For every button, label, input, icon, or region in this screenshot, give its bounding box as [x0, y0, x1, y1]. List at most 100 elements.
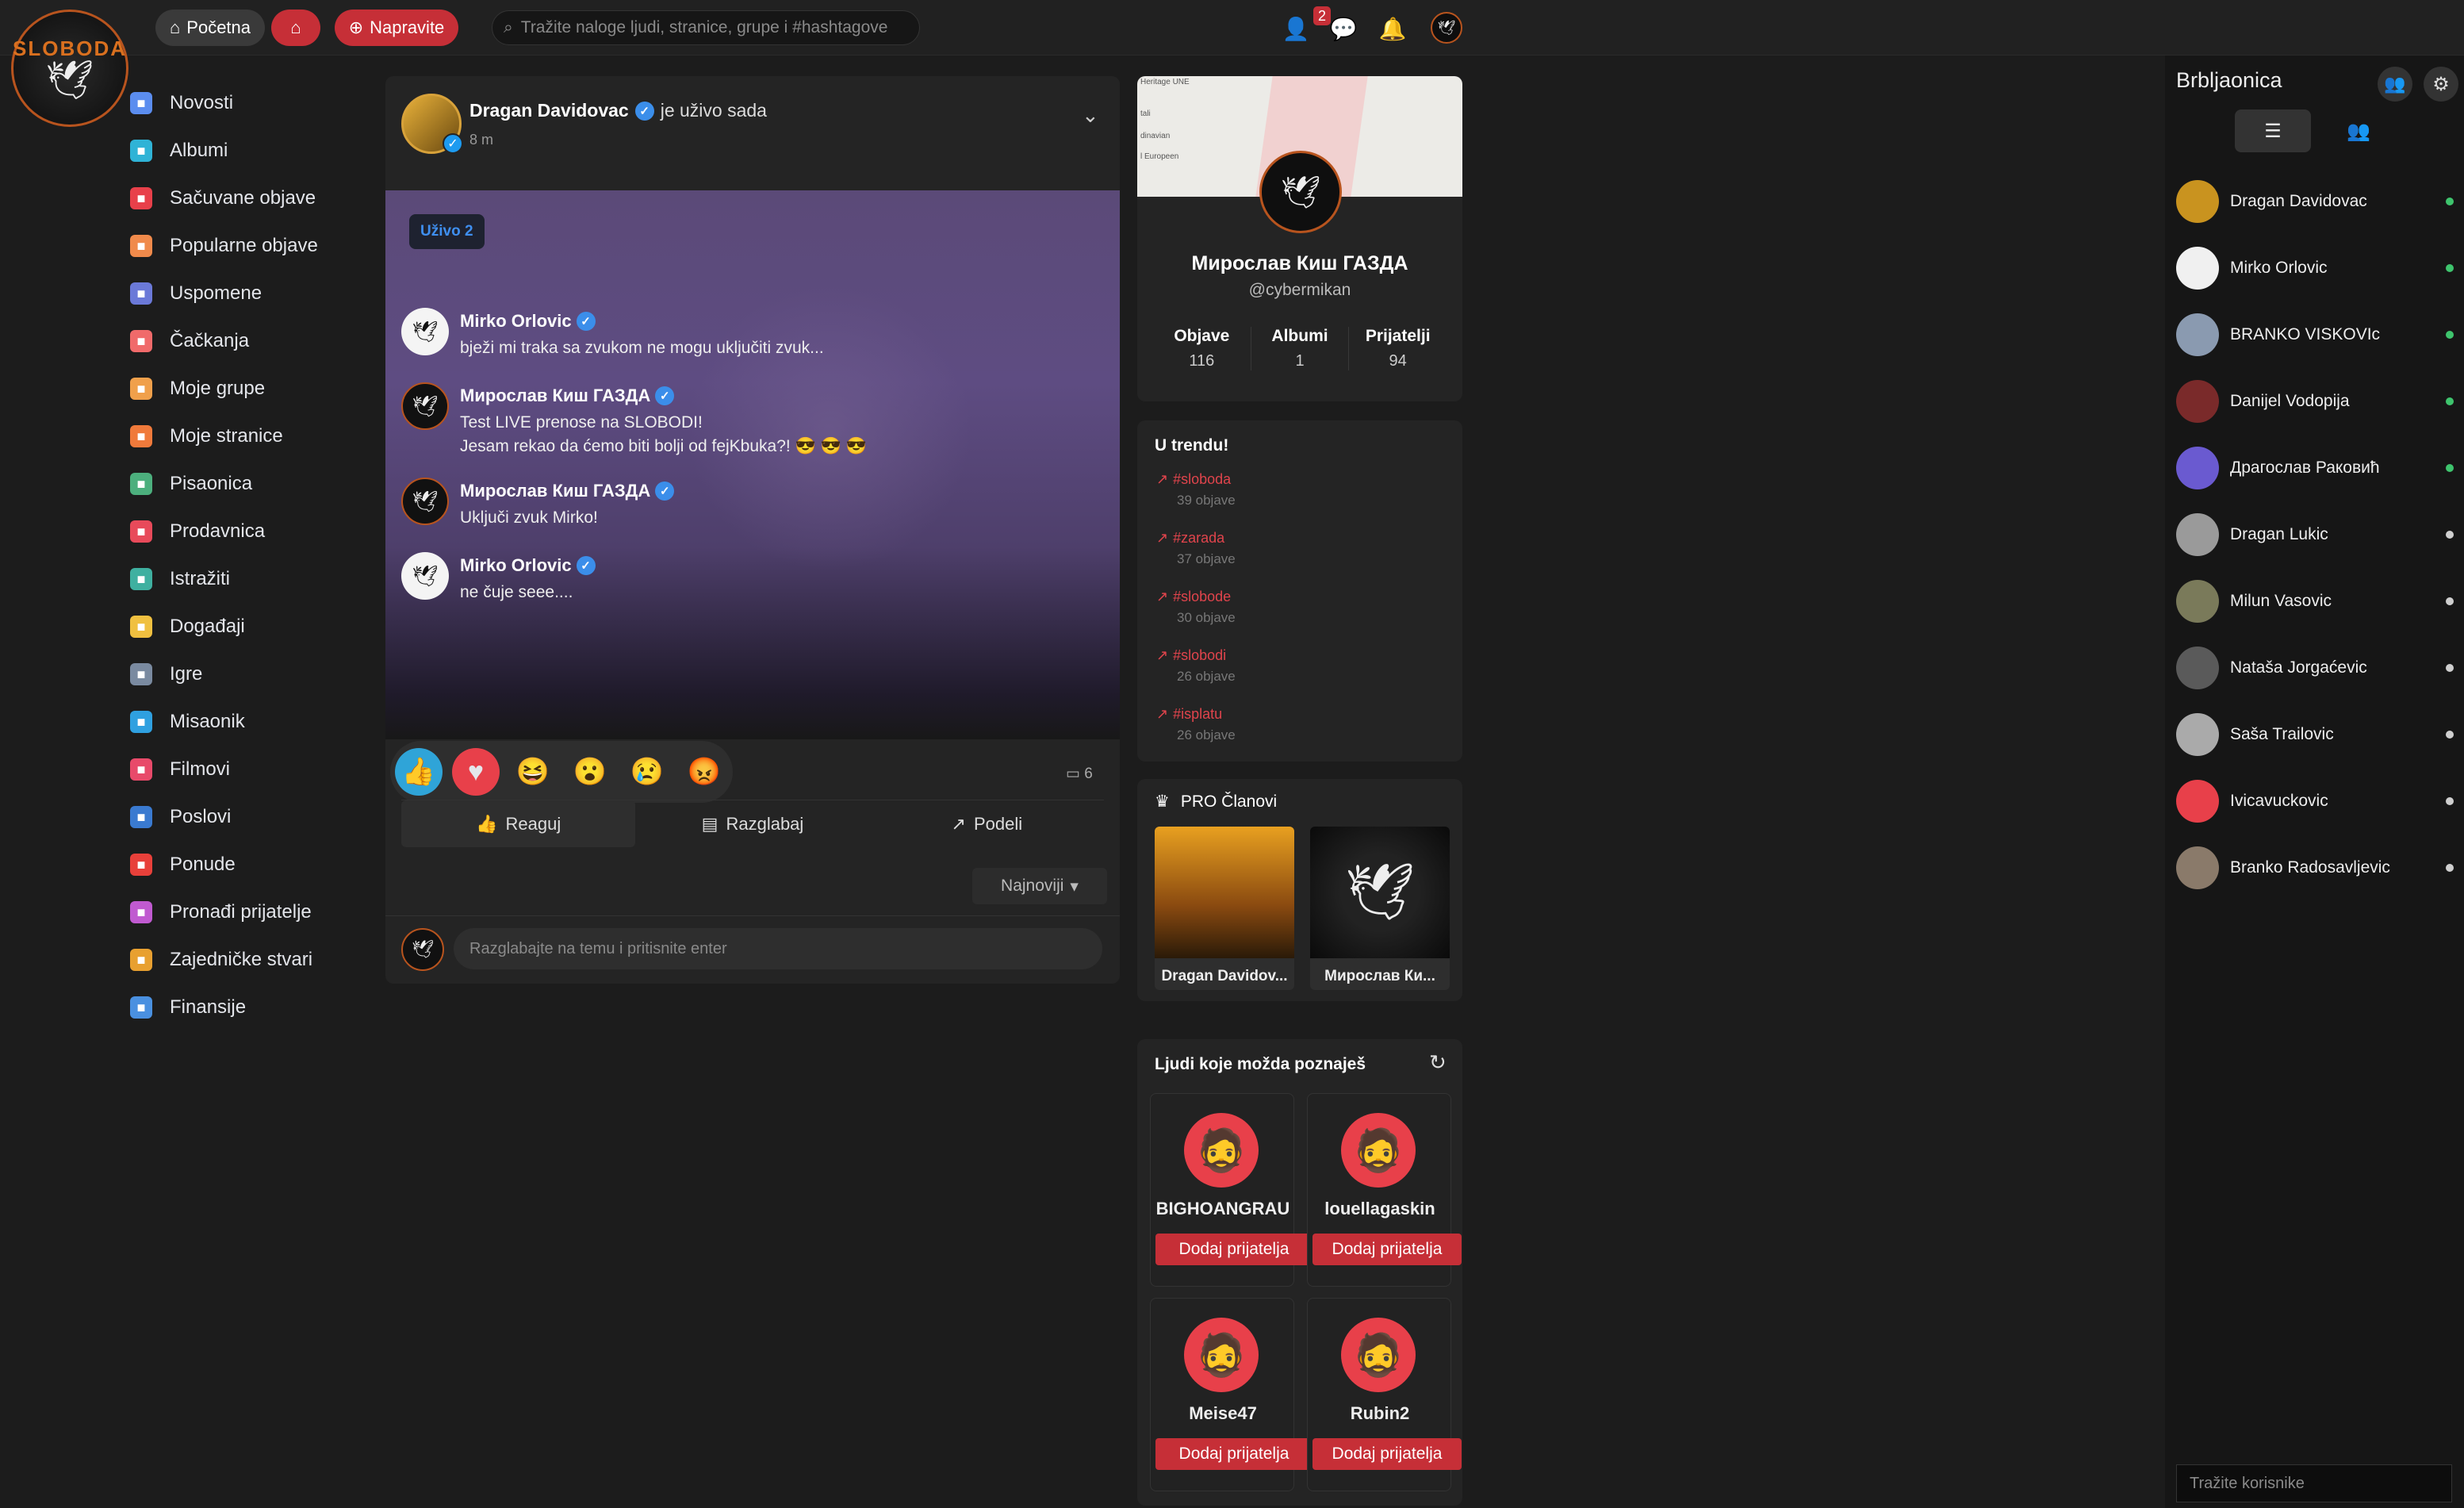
stat-posts[interactable]: Objave 116 — [1153, 327, 1251, 370]
chat-user-row[interactable]: Saša Trailovic — [2176, 711, 2454, 758]
trending-item[interactable]: ↗ #slobodi 26 objave — [1156, 647, 1236, 685]
tab-users[interactable]: ☰ — [2235, 109, 2311, 152]
love-reaction-icon[interactable]: ♥ — [452, 748, 500, 796]
react-button[interactable]: 👍 Reaguj — [401, 800, 636, 847]
friend-requests-icon[interactable]: 👤 — [1278, 11, 1313, 46]
chat-search-input[interactable] — [2176, 1464, 2452, 1502]
stat-friends[interactable]: Prijatelji 94 — [1349, 327, 1447, 370]
notifications-bell-icon[interactable]: 🔔 — [1375, 11, 1410, 46]
sidebar-item-15[interactable]: ■ Poslovi — [130, 793, 368, 841]
suggested-person-name[interactable]: louellagaskin — [1308, 1199, 1452, 1219]
suggested-person-name[interactable]: BIGHOANGRAU — [1151, 1199, 1295, 1219]
chat-user-row[interactable]: Milun Vasovic — [2176, 577, 2454, 625]
sidebar-item-17[interactable]: ■ Pronađi prijatelje — [130, 888, 368, 936]
comment-input[interactable] — [454, 928, 1102, 969]
trending-item[interactable]: ↗ #sloboda 39 objave — [1156, 471, 1236, 508]
site-logo[interactable]: SLOBODA 🕊 — [11, 10, 128, 127]
suggested-person-avatar[interactable]: 🧔 — [1184, 1113, 1259, 1188]
add-group-icon[interactable]: 👥 — [2378, 67, 2412, 102]
chat-user-row[interactable]: Драгослав Раковић — [2176, 444, 2454, 492]
comment-author-name[interactable]: Mirko Orlovic — [460, 311, 572, 332]
sidebar-item-3[interactable]: ■ Popularne objave — [130, 222, 368, 270]
sidebar-item-4[interactable]: ■ Uspomene — [130, 270, 368, 317]
chat-user-row[interactable]: Dragan Lukic — [2176, 511, 2454, 558]
haha-reaction-icon[interactable]: 😆 — [509, 748, 557, 796]
suggested-person-avatar[interactable]: 🧔 — [1184, 1318, 1259, 1392]
home-shortcut-button[interactable]: ⌂ — [271, 10, 320, 46]
search-input[interactable] — [520, 18, 894, 37]
like-reaction-icon[interactable]: 👍 — [395, 748, 443, 796]
suggested-person-name[interactable]: Rubin2 — [1308, 1403, 1452, 1424]
pro-member-card[interactable]: 🕊 Мирослав Ки... — [1310, 827, 1450, 990]
post-author-name[interactable]: Dragan Davidovac — [469, 100, 629, 121]
comment-author-name[interactable]: Мирослав Киш ГАЗДА — [460, 481, 650, 501]
home-button[interactable]: ⌂ Početna — [155, 10, 265, 46]
tab-groups[interactable]: 👥 — [2320, 109, 2397, 152]
gear-icon[interactable]: ⚙ — [2424, 67, 2458, 102]
user-avatar[interactable]: 🕊 — [1431, 12, 1462, 44]
add-friend-button[interactable]: Dodaj prijatelja — [1312, 1234, 1462, 1265]
sidebar-item-12[interactable]: ■ Igre — [130, 650, 368, 698]
trending-item[interactable]: ↗ #slobode 30 objave — [1156, 589, 1236, 626]
search-bar[interactable]: ⌕ — [492, 10, 920, 45]
angry-reaction-icon[interactable]: 😡 — [680, 748, 728, 796]
suggested-person-card: 🧔 Meise47 Dodaj prijatelja — [1150, 1298, 1312, 1491]
chat-user-row[interactable]: Mirko Orlovic — [2176, 244, 2454, 292]
suggested-person-avatar[interactable]: 🧔 — [1341, 1113, 1416, 1188]
pro-member-card[interactable]: Dragan Davidov... — [1155, 827, 1294, 990]
sidebar-item-8[interactable]: ■ Pisaonica — [130, 460, 368, 508]
sidebar-item-14[interactable]: ■ Filmovi — [130, 746, 368, 793]
chat-user-row[interactable]: Ivicavuckovic — [2176, 777, 2454, 825]
share-button[interactable]: ↗ Podeli — [870, 800, 1104, 847]
stat-albums[interactable]: Albumi 1 — [1251, 327, 1350, 370]
chat-user-row[interactable]: Branko Radosavljevic — [2176, 844, 2454, 892]
profile-name[interactable]: Мирослав Киш ГАЗДА — [1137, 252, 1462, 275]
comment-count[interactable]: ▭ 6 — [1066, 765, 1093, 783]
sidebar-item-label: Moje stranice — [170, 425, 283, 447]
comment-icon: ▤ — [701, 813, 719, 834]
live-video[interactable]: Uživo 2 🕊 Mirko Orlovic ✓ bježi mi traka sa… — [385, 190, 1120, 739]
sidebar-item-5[interactable]: ■ Čačkanja — [130, 317, 368, 365]
comment-sort-dropdown[interactable]: Najnoviji ▾ — [972, 868, 1107, 904]
chat-user-row[interactable]: Nataša Jorgaćevic — [2176, 644, 2454, 692]
sidebar-item-9[interactable]: ■ Prodavnica — [130, 508, 368, 555]
suggested-person-name[interactable]: Meise47 — [1151, 1403, 1295, 1424]
sidebar-item-6[interactable]: ■ Moje grupe — [130, 365, 368, 412]
add-friend-button[interactable]: Dodaj prijatelja — [1155, 1438, 1312, 1470]
group-icon: 👥 — [2347, 120, 2370, 142]
commenter-avatar[interactable]: 🕊 — [401, 478, 449, 525]
sad-reaction-icon[interactable]: 😢 — [623, 748, 671, 796]
suggested-person-avatar[interactable]: 🧔 — [1341, 1318, 1416, 1392]
sidebar-item-18[interactable]: ■ Zajedničke stvari — [130, 936, 368, 984]
commenter-avatar[interactable]: 🕊 — [401, 382, 449, 430]
create-button[interactable]: ⊕ Napravite — [335, 10, 458, 46]
sidebar-item-11[interactable]: ■ Događaji — [130, 603, 368, 650]
messages-icon[interactable]: 💬 — [1326, 11, 1361, 46]
sidebar-item-10[interactable]: ■ Istražiti — [130, 555, 368, 603]
refresh-icon[interactable]: ↻ — [1429, 1050, 1447, 1075]
sidebar-item-19[interactable]: ■ Finansije — [130, 984, 368, 1031]
commenter-avatar[interactable]: 🕊 — [401, 308, 449, 355]
chat-user-row[interactable]: BRANKO VISKOVIc — [2176, 311, 2454, 359]
wow-reaction-icon[interactable]: 😮 — [566, 748, 614, 796]
add-friend-button[interactable]: Dodaj prijatelja — [1312, 1438, 1462, 1470]
sidebar-item-7[interactable]: ■ Moje stranice — [130, 412, 368, 460]
post-timestamp[interactable]: 8 m — [469, 132, 493, 148]
trending-item[interactable]: ↗ #isplatu 26 objave — [1156, 706, 1236, 743]
chevron-down-icon[interactable]: ⌄ — [1082, 103, 1099, 128]
comment-author-name[interactable]: Mirko Orlovic — [460, 555, 572, 576]
sidebar-item-2[interactable]: ■ Sačuvane objave — [130, 175, 368, 222]
profile-avatar[interactable]: 🕊 — [1259, 151, 1342, 233]
chat-user-row[interactable]: Dragan Davidovac — [2176, 178, 2454, 225]
chat-user-row[interactable]: Danijel Vodopija — [2176, 378, 2454, 425]
trending-item[interactable]: ↗ #zarada 37 objave — [1156, 530, 1236, 567]
sidebar-item-13[interactable]: ■ Misaonik — [130, 698, 368, 746]
discuss-button[interactable]: ▤ Razglabaj — [635, 800, 869, 847]
commenter-avatar[interactable]: 🕊 — [401, 552, 449, 600]
comment-author-name[interactable]: Мирослав Киш ГАЗДА — [460, 386, 650, 406]
share-icon: ↗ — [951, 813, 966, 834]
sidebar-item-0[interactable]: ■ Novosti — [130, 79, 368, 127]
sidebar-item-1[interactable]: ■ Albumi — [130, 127, 368, 175]
sidebar-item-16[interactable]: ■ Ponude — [130, 841, 368, 888]
add-friend-button[interactable]: Dodaj prijatelja — [1155, 1234, 1312, 1265]
